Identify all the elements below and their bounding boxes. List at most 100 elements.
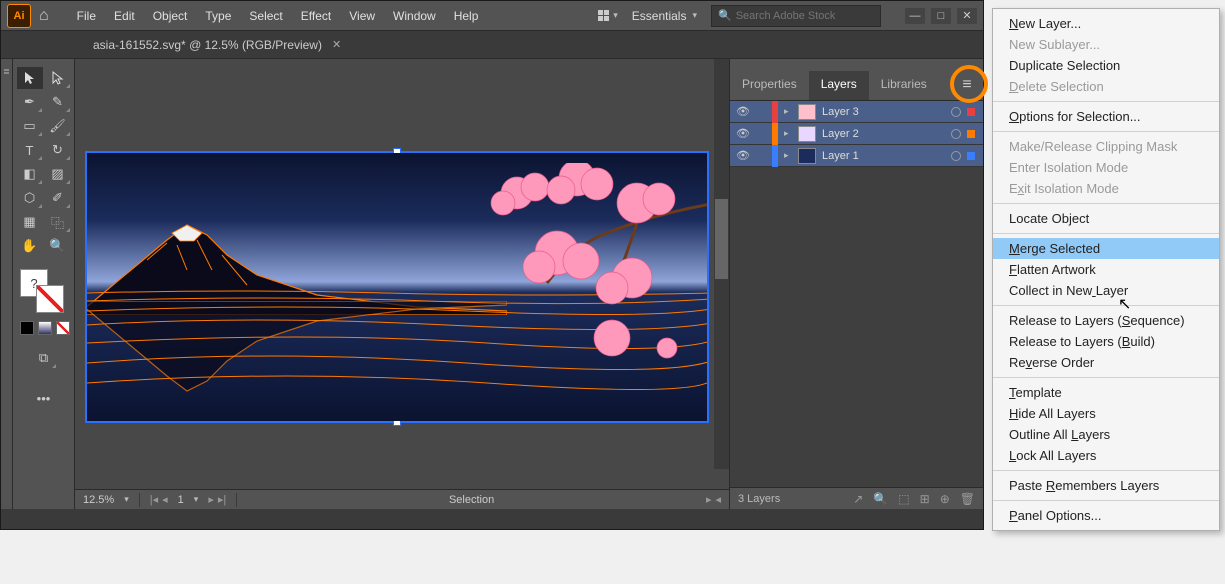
- delete-layer-icon[interactable]: 🗑: [960, 492, 975, 506]
- new-sublayer-icon[interactable]: ⊞: [920, 492, 930, 506]
- stroke-swatch[interactable]: [36, 285, 64, 313]
- tab-properties[interactable]: Properties: [730, 71, 809, 100]
- search-stock[interactable]: 🔍: [711, 5, 881, 27]
- canvas-viewport[interactable]: [75, 59, 729, 489]
- layer-row[interactable]: 👁 ▸ Layer 2: [730, 123, 983, 145]
- panel-collapse-handle[interactable]: [1, 59, 13, 509]
- edit-toolbar-button[interactable]: •••: [31, 387, 57, 409]
- zoom-tool[interactable]: 🔍: [45, 235, 71, 257]
- menu-object[interactable]: Object: [145, 7, 196, 25]
- eyedropper-tool[interactable]: ✐: [45, 187, 71, 209]
- document-title: asia-161552.svg* @ 12.5% (RGB/Preview): [93, 38, 322, 52]
- menu-item-panel-options[interactable]: Panel Options...: [993, 505, 1219, 526]
- menu-item-paste-remembers-layers[interactable]: Paste Remembers Layers: [993, 475, 1219, 496]
- menu-item-hide-all-layers[interactable]: Hide All Layers: [993, 403, 1219, 424]
- shape-builder-tool[interactable]: ⬡: [17, 187, 43, 209]
- home-icon[interactable]: ⌂: [39, 7, 49, 25]
- place-tool[interactable]: ⿻: [45, 211, 71, 233]
- selection-indicator: [967, 130, 975, 138]
- menu-type[interactable]: Type: [197, 7, 239, 25]
- expand-layer-icon[interactable]: ▸: [784, 106, 798, 117]
- close-tab-icon[interactable]: ✕: [332, 38, 341, 51]
- tab-libraries[interactable]: Libraries: [869, 71, 939, 100]
- menu-file[interactable]: File: [69, 7, 104, 25]
- menu-effect[interactable]: Effect: [293, 7, 339, 25]
- layers-panel-footer: 3 Layers ↗ 🔍 ⬚ ⊞ ⊕ 🗑: [730, 487, 983, 509]
- layer-row[interactable]: 👁 ▸ Layer 3: [730, 101, 983, 123]
- gradient-mode-swatch[interactable]: [38, 321, 52, 335]
- search-layers-icon[interactable]: 🔍: [873, 492, 888, 506]
- search-input[interactable]: [736, 10, 874, 22]
- new-layer-icon[interactable]: ⊕: [940, 492, 950, 506]
- play-icon[interactable]: ▸: [706, 493, 712, 506]
- expand-layer-icon[interactable]: ▸: [784, 150, 798, 161]
- menu-item-duplicate-selection[interactable]: Duplicate Selection: [993, 55, 1219, 76]
- screen-mode-tool[interactable]: ⧉: [31, 347, 57, 369]
- pen-tool[interactable]: ✒: [17, 91, 43, 113]
- menu-item-outline-all-layers[interactable]: Outline All Layers: [993, 424, 1219, 445]
- menu-item-lock-all-layers[interactable]: Lock All Layers: [993, 445, 1219, 466]
- hand-tool[interactable]: ✋: [17, 235, 43, 257]
- eraser-tool[interactable]: ◧: [17, 163, 43, 185]
- artboard-nav[interactable]: |◂◂: [150, 493, 168, 506]
- none-mode-swatch[interactable]: [56, 321, 70, 335]
- artboard-number[interactable]: 1: [178, 494, 184, 506]
- scrollbar-thumb[interactable]: [715, 199, 728, 279]
- minimize-button[interactable]: —: [905, 8, 925, 24]
- menu-select[interactable]: Select: [241, 7, 290, 25]
- locate-object-icon[interactable]: ↗: [853, 492, 863, 506]
- menu-item-locate-object[interactable]: Locate Object: [993, 208, 1219, 229]
- type-tool[interactable]: T: [17, 139, 43, 161]
- tab-layers[interactable]: Layers: [809, 71, 869, 100]
- panel-flyout-menu-button[interactable]: ≡: [957, 75, 977, 95]
- target-icon[interactable]: [951, 107, 961, 117]
- visibility-toggle-icon[interactable]: 👁: [730, 149, 756, 162]
- target-icon[interactable]: [951, 129, 961, 139]
- menu-item-release-to-layers-sequence[interactable]: Release to Layers (Sequence): [993, 310, 1219, 331]
- menu-item-release-to-layers-build[interactable]: Release to Layers (Build): [993, 331, 1219, 352]
- paintbrush-tool[interactable]: 🖌: [45, 115, 71, 137]
- menu-view[interactable]: View: [341, 7, 383, 25]
- expand-layer-icon[interactable]: ▸: [784, 128, 798, 139]
- scale-tool[interactable]: ▨: [45, 163, 71, 185]
- menu-separator: [993, 203, 1219, 204]
- status-mode: Selection: [247, 494, 696, 506]
- zoom-level[interactable]: 12.5%: [83, 494, 114, 506]
- document-tab[interactable]: asia-161552.svg* @ 12.5% (RGB/Preview) ✕: [81, 34, 353, 56]
- selection-bounds[interactable]: [85, 151, 709, 423]
- main-menubar: FileEditObjectTypeSelectEffectViewWindow…: [69, 7, 487, 25]
- status-bar: 12.5%▾ |◂◂ 1▾ ▸▸| Selection ▸◂: [75, 489, 729, 509]
- curvature-tool[interactable]: ✎: [45, 91, 71, 113]
- menu-item-collect-in-new-layer[interactable]: Collect in New Layer: [993, 280, 1219, 301]
- clipping-mask-icon[interactable]: ⬚: [898, 492, 909, 506]
- menu-item-reverse-order[interactable]: Reverse Order: [993, 352, 1219, 373]
- gradient-tool[interactable]: ▦: [17, 211, 43, 233]
- direct-selection-tool[interactable]: [45, 67, 71, 89]
- layer-name[interactable]: Layer 2: [822, 128, 951, 140]
- menu-help[interactable]: Help: [446, 7, 487, 25]
- vertical-scrollbar[interactable]: [714, 59, 729, 469]
- layer-row[interactable]: 👁 ▸ Layer 1: [730, 145, 983, 167]
- fill-stroke-swatch[interactable]: ?: [16, 269, 71, 313]
- menu-item-merge-selected[interactable]: Merge Selected: [993, 238, 1219, 259]
- selection-tool[interactable]: [17, 67, 43, 89]
- menu-window[interactable]: Window: [385, 7, 444, 25]
- menu-item-new-layer[interactable]: New Layer...: [993, 13, 1219, 34]
- menu-item-flatten-artwork[interactable]: Flatten Artwork: [993, 259, 1219, 280]
- layer-name[interactable]: Layer 3: [822, 106, 951, 118]
- arrange-documents-icon[interactable]: ▾: [598, 10, 618, 21]
- close-button[interactable]: ✕: [957, 8, 977, 24]
- visibility-toggle-icon[interactable]: 👁: [730, 127, 756, 140]
- color-mode-swatch[interactable]: [20, 321, 34, 335]
- rectangle-tool[interactable]: ▭: [17, 115, 43, 137]
- workspace-switcher[interactable]: Essentials ▾: [632, 9, 697, 23]
- visibility-toggle-icon[interactable]: 👁: [730, 105, 756, 118]
- target-icon[interactable]: [951, 151, 961, 161]
- artboard-nav-next[interactable]: ▸▸|: [208, 493, 226, 506]
- menu-edit[interactable]: Edit: [106, 7, 143, 25]
- menu-item-template[interactable]: Template: [993, 382, 1219, 403]
- layer-name[interactable]: Layer 1: [822, 150, 951, 162]
- maximize-button[interactable]: □: [931, 8, 951, 24]
- menu-item-options-for-selection[interactable]: Options for Selection...: [993, 106, 1219, 127]
- rotate-tool[interactable]: ↻: [45, 139, 71, 161]
